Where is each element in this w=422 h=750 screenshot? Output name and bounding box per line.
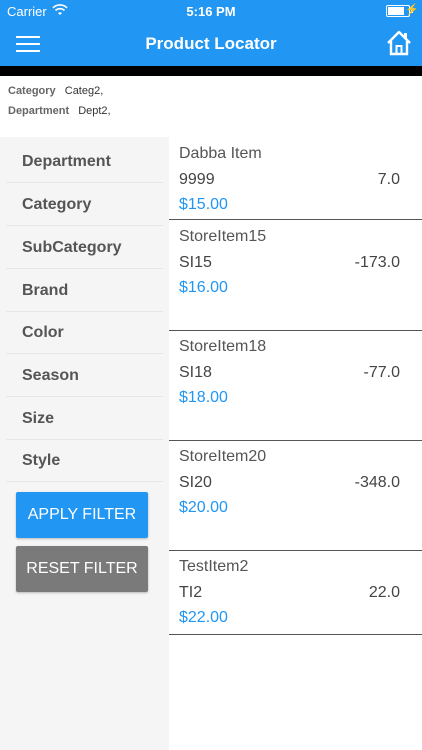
divider-bar bbox=[0, 66, 422, 76]
product-item[interactable]: StoreItem18 SI18 -77.0 $18.00 bbox=[169, 330, 422, 441]
product-price: $20.00 bbox=[179, 499, 228, 516]
product-item[interactable]: Dabba Item 9999 7.0 $15.00 bbox=[169, 137, 422, 220]
filter-subcategory[interactable]: SubCategory bbox=[6, 227, 163, 269]
filter-department[interactable]: Department bbox=[6, 141, 163, 183]
department-filter-label: Department bbox=[8, 105, 70, 117]
product-item[interactable]: StoreItem20 SI20 -348.0 $20.00 bbox=[169, 440, 422, 551]
filter-brand[interactable]: Brand bbox=[6, 270, 163, 312]
filter-season[interactable]: Season bbox=[6, 355, 163, 397]
product-quantity: -77.0 bbox=[363, 364, 400, 381]
product-name: StoreItem15 bbox=[179, 228, 267, 245]
status-bar: Carrier 5:16 PM ⚡ bbox=[0, 0, 422, 22]
status-time: 5:16 PM bbox=[186, 4, 236, 19]
filter-style[interactable]: Style bbox=[6, 440, 163, 482]
filter-size[interactable]: Size bbox=[6, 398, 163, 440]
product-code: SI18 bbox=[179, 364, 212, 381]
navigation-bar: Product Locator bbox=[0, 22, 422, 66]
product-code: 9999 bbox=[179, 171, 215, 188]
product-quantity: 22.0 bbox=[368, 584, 400, 601]
product-quantity: 7.0 bbox=[377, 171, 400, 188]
product-name: StoreItem18 bbox=[179, 338, 267, 355]
product-price: $22.00 bbox=[179, 609, 228, 626]
product-quantity: -173.0 bbox=[354, 254, 400, 271]
filter-sidebar: Department Category SubCategory Brand Co… bbox=[0, 137, 169, 750]
product-code: SI20 bbox=[179, 474, 212, 491]
filter-category[interactable]: Category bbox=[6, 184, 163, 226]
page-title: Product Locator bbox=[145, 34, 277, 53]
product-item[interactable]: TestItem2 TI2 22.0 $22.00 bbox=[169, 550, 422, 635]
product-price: $18.00 bbox=[179, 389, 228, 406]
applied-filters: Category Categ2, Department Dept2, bbox=[8, 81, 111, 121]
reset-filter-button[interactable]: RESET FILTER bbox=[16, 546, 148, 592]
product-list: Dabba Item 9999 7.0 $15.00 StoreItem15 S… bbox=[169, 137, 422, 750]
product-code: TI2 bbox=[179, 584, 203, 601]
product-name: StoreItem20 bbox=[179, 448, 267, 465]
product-item[interactable]: StoreItem15 SI15 -173.0 $16.00 bbox=[169, 220, 422, 331]
category-filter-label: Category bbox=[8, 85, 56, 97]
home-icon[interactable] bbox=[386, 30, 412, 56]
filter-color[interactable]: Color bbox=[6, 312, 163, 354]
charging-icon: ⚡ bbox=[405, 4, 419, 16]
department-filter-value: Dept2, bbox=[78, 105, 111, 117]
apply-filter-button[interactable]: APPLY FILTER bbox=[16, 492, 148, 538]
product-code: SI15 bbox=[179, 254, 212, 271]
category-filter-value: Categ2, bbox=[64, 85, 104, 97]
product-quantity: -348.0 bbox=[354, 474, 400, 491]
product-price: $15.00 bbox=[179, 196, 228, 213]
product-name: Dabba Item bbox=[179, 145, 262, 162]
product-name: TestItem2 bbox=[179, 558, 249, 575]
product-price: $16.00 bbox=[179, 279, 228, 296]
